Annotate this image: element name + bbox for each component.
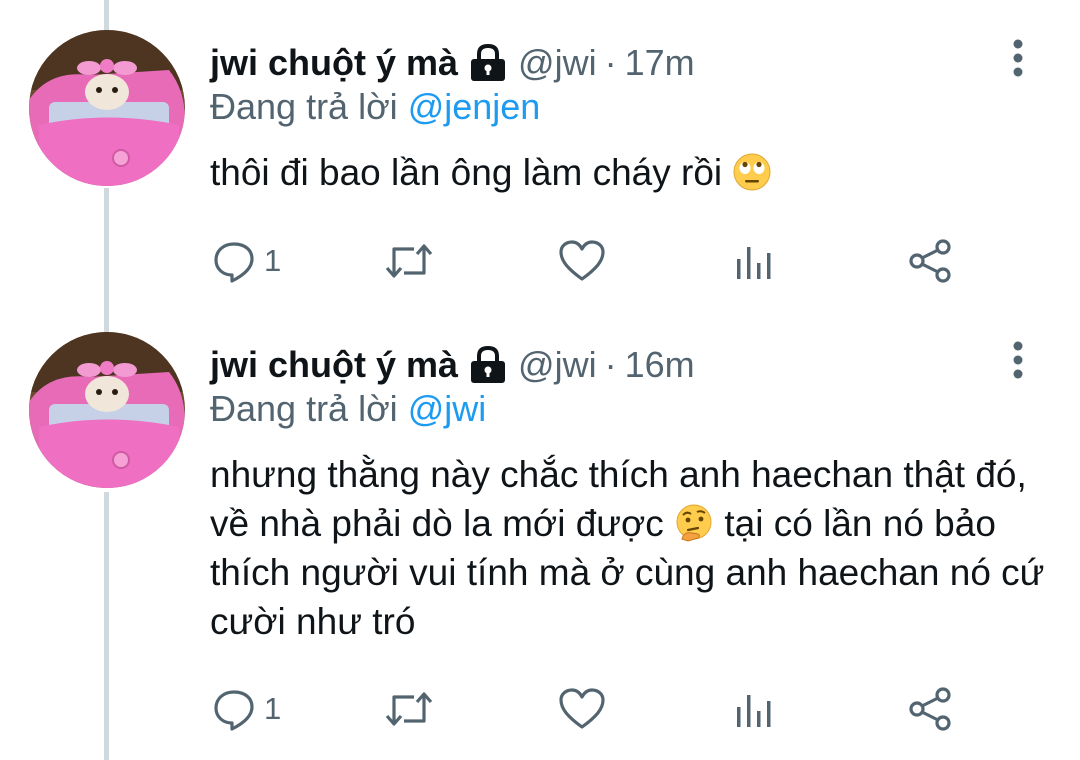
tweet-actions: 1: [212, 236, 972, 286]
share-button[interactable]: [908, 236, 954, 286]
share-icon: [908, 686, 954, 732]
user-handle[interactable]: @jwi: [518, 42, 597, 84]
views-icon: [734, 687, 774, 731]
display-name[interactable]: jwi chuột ý mà: [210, 344, 458, 386]
more-vertical-icon[interactable]: [998, 38, 1038, 82]
retweet-icon: [384, 239, 434, 283]
replying-to-label: Đang trả lời: [210, 86, 408, 127]
heart-icon: [558, 239, 606, 283]
replying-to: Đang trả lời @jenjen: [210, 86, 540, 128]
tweet-header: jwi chuột ý mà @jwi · 16m: [210, 340, 695, 390]
retweet-button[interactable]: [384, 236, 434, 286]
heart-icon: [558, 687, 606, 731]
tweet-text-line: thôi đi bao lần ông làm cháy rồi: [210, 152, 723, 193]
views-icon: [734, 239, 774, 283]
face-with-rolling-eyes-icon: [732, 152, 772, 192]
tweet-text: nhưng thằng này chắc thích anh haechan t…: [210, 450, 1050, 646]
separator-dot: ·: [604, 344, 617, 385]
timestamp[interactable]: 16m: [625, 344, 695, 386]
lock-icon: [470, 345, 506, 384]
reply-thread: jwi chuột ý mà @jwi · 17m Đang trả lời @…: [0, 0, 1080, 760]
user-handle[interactable]: @jwi: [518, 344, 597, 386]
lock-icon: [470, 43, 506, 82]
retweet-icon: [384, 687, 434, 731]
separator-dot: ·: [604, 42, 617, 83]
timestamp[interactable]: 17m: [625, 42, 695, 84]
like-button[interactable]: [558, 236, 606, 286]
views-button[interactable]: [734, 236, 774, 286]
share-icon: [908, 238, 954, 284]
thinking-face-icon: [674, 503, 714, 543]
reply-mention-link[interactable]: @jenjen: [408, 86, 541, 127]
views-button[interactable]: [734, 684, 774, 734]
replying-to-label: Đang trả lời: [210, 388, 408, 429]
reply-button[interactable]: 1: [212, 236, 281, 286]
tweet-actions: 1: [212, 684, 972, 734]
like-button[interactable]: [558, 684, 606, 734]
reply-button[interactable]: 1: [212, 684, 281, 734]
avatar[interactable]: [29, 332, 185, 488]
replying-to: Đang trả lời @jwi: [210, 388, 486, 430]
reply-count: 1: [264, 243, 282, 278]
reply-icon: [212, 239, 256, 283]
reply-count: 1: [264, 691, 282, 726]
share-button[interactable]: [908, 684, 954, 734]
retweet-button[interactable]: [384, 684, 434, 734]
reply-icon: [212, 687, 256, 731]
tweet-header: jwi chuột ý mà @jwi · 17m: [210, 38, 695, 88]
tweet-text: thôi đi bao lần ông làm cháy rồi: [210, 148, 1050, 197]
thread-connector-line: [104, 492, 109, 760]
thread-connector-line: [104, 188, 109, 334]
more-vertical-icon[interactable]: [998, 340, 1038, 384]
reply-mention-link[interactable]: @jwi: [408, 388, 487, 429]
display-name[interactable]: jwi chuột ý mà: [210, 42, 458, 84]
avatar[interactable]: [29, 30, 185, 186]
